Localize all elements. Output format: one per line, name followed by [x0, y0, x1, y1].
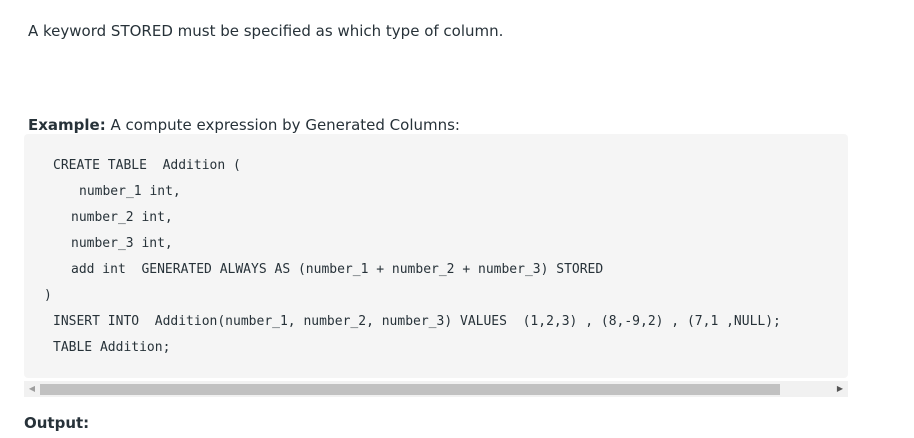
code-line: CREATE TABLE Addition ( [53, 158, 241, 173]
scroll-right-icon[interactable]: ▶ [832, 381, 848, 397]
example-label: Example: [28, 116, 106, 134]
example-description: A compute expression by Generated Column… [105, 116, 460, 134]
code-line: TABLE Addition; [53, 340, 171, 355]
scroll-left-icon[interactable]: ◀ [24, 381, 40, 397]
intro-paragraph: A keyword STORED must be specified as wh… [28, 22, 504, 40]
code-line: INSERT INTO Addition(number_1, number_2,… [53, 314, 781, 329]
code-block: CREATE TABLE Addition ( number_1 int, nu… [24, 134, 848, 378]
horizontal-scrollbar[interactable]: ◀ ▶ [24, 381, 848, 397]
scrollbar-thumb[interactable] [40, 384, 780, 395]
code-line: ) [44, 288, 52, 303]
code-line: add int GENERATED ALWAYS AS (number_1 + … [71, 262, 604, 277]
example-paragraph: Example: A compute expression by Generat… [28, 115, 460, 135]
code-line: number_2 int, [71, 210, 173, 225]
code-line: number_3 int, [71, 236, 173, 251]
output-label: Output: [24, 414, 90, 432]
code-line: number_1 int, [79, 184, 181, 199]
